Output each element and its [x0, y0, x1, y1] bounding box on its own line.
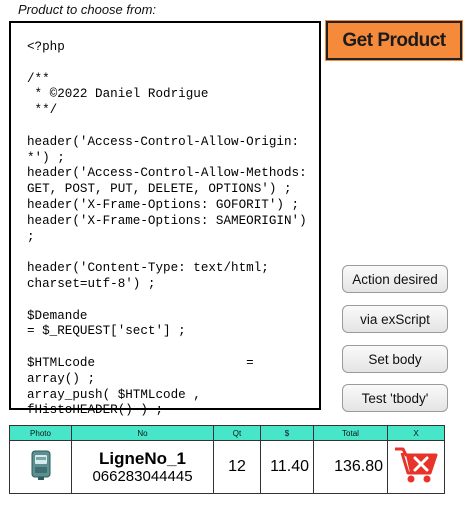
remove-cart-icon[interactable]: [393, 447, 439, 489]
quantity-cell[interactable]: 12: [213, 440, 261, 494]
via-exscript-button[interactable]: via exScript: [342, 305, 448, 333]
line-name: LigneNo_1: [99, 448, 186, 468]
set-body-button[interactable]: Set body: [342, 345, 448, 373]
product-table: Photo No Qt $ Total X LigneNo_1 06628304…: [9, 425, 445, 494]
col-header-qt: Qt: [213, 425, 261, 441]
col-header-total: Total: [313, 425, 388, 441]
col-header-photo: Photo: [9, 425, 72, 441]
caption: Product to choose from:: [18, 2, 157, 17]
action-desired-button[interactable]: Action desired: [342, 265, 448, 293]
table-header-row: Photo No Qt $ Total X: [9, 425, 445, 441]
code-text: <?php /** * ©2022 Daniel Rodrigue **/ he…: [27, 40, 307, 418]
product-number: 066283044445: [92, 467, 193, 485]
get-product-button[interactable]: Get Product: [326, 21, 462, 60]
price-cell: 11.40: [260, 440, 314, 494]
remove-cell[interactable]: [387, 440, 445, 494]
photo-cell: [9, 440, 72, 494]
col-header-price: $: [260, 425, 314, 441]
test-tbody-button[interactable]: Test 'tbody': [342, 384, 448, 412]
total-cell: 136.80: [313, 440, 388, 494]
product-photo-icon: [30, 450, 52, 485]
code-display[interactable]: <?php /** * ©2022 Daniel Rodrigue **/ he…: [9, 21, 321, 417]
col-header-no: No: [71, 425, 214, 441]
name-cell: LigneNo_1 066283044445: [71, 440, 214, 494]
col-header-x: X: [387, 425, 445, 441]
table-row[interactable]: LigneNo_1 066283044445 12 11.40 136.80: [9, 440, 445, 494]
